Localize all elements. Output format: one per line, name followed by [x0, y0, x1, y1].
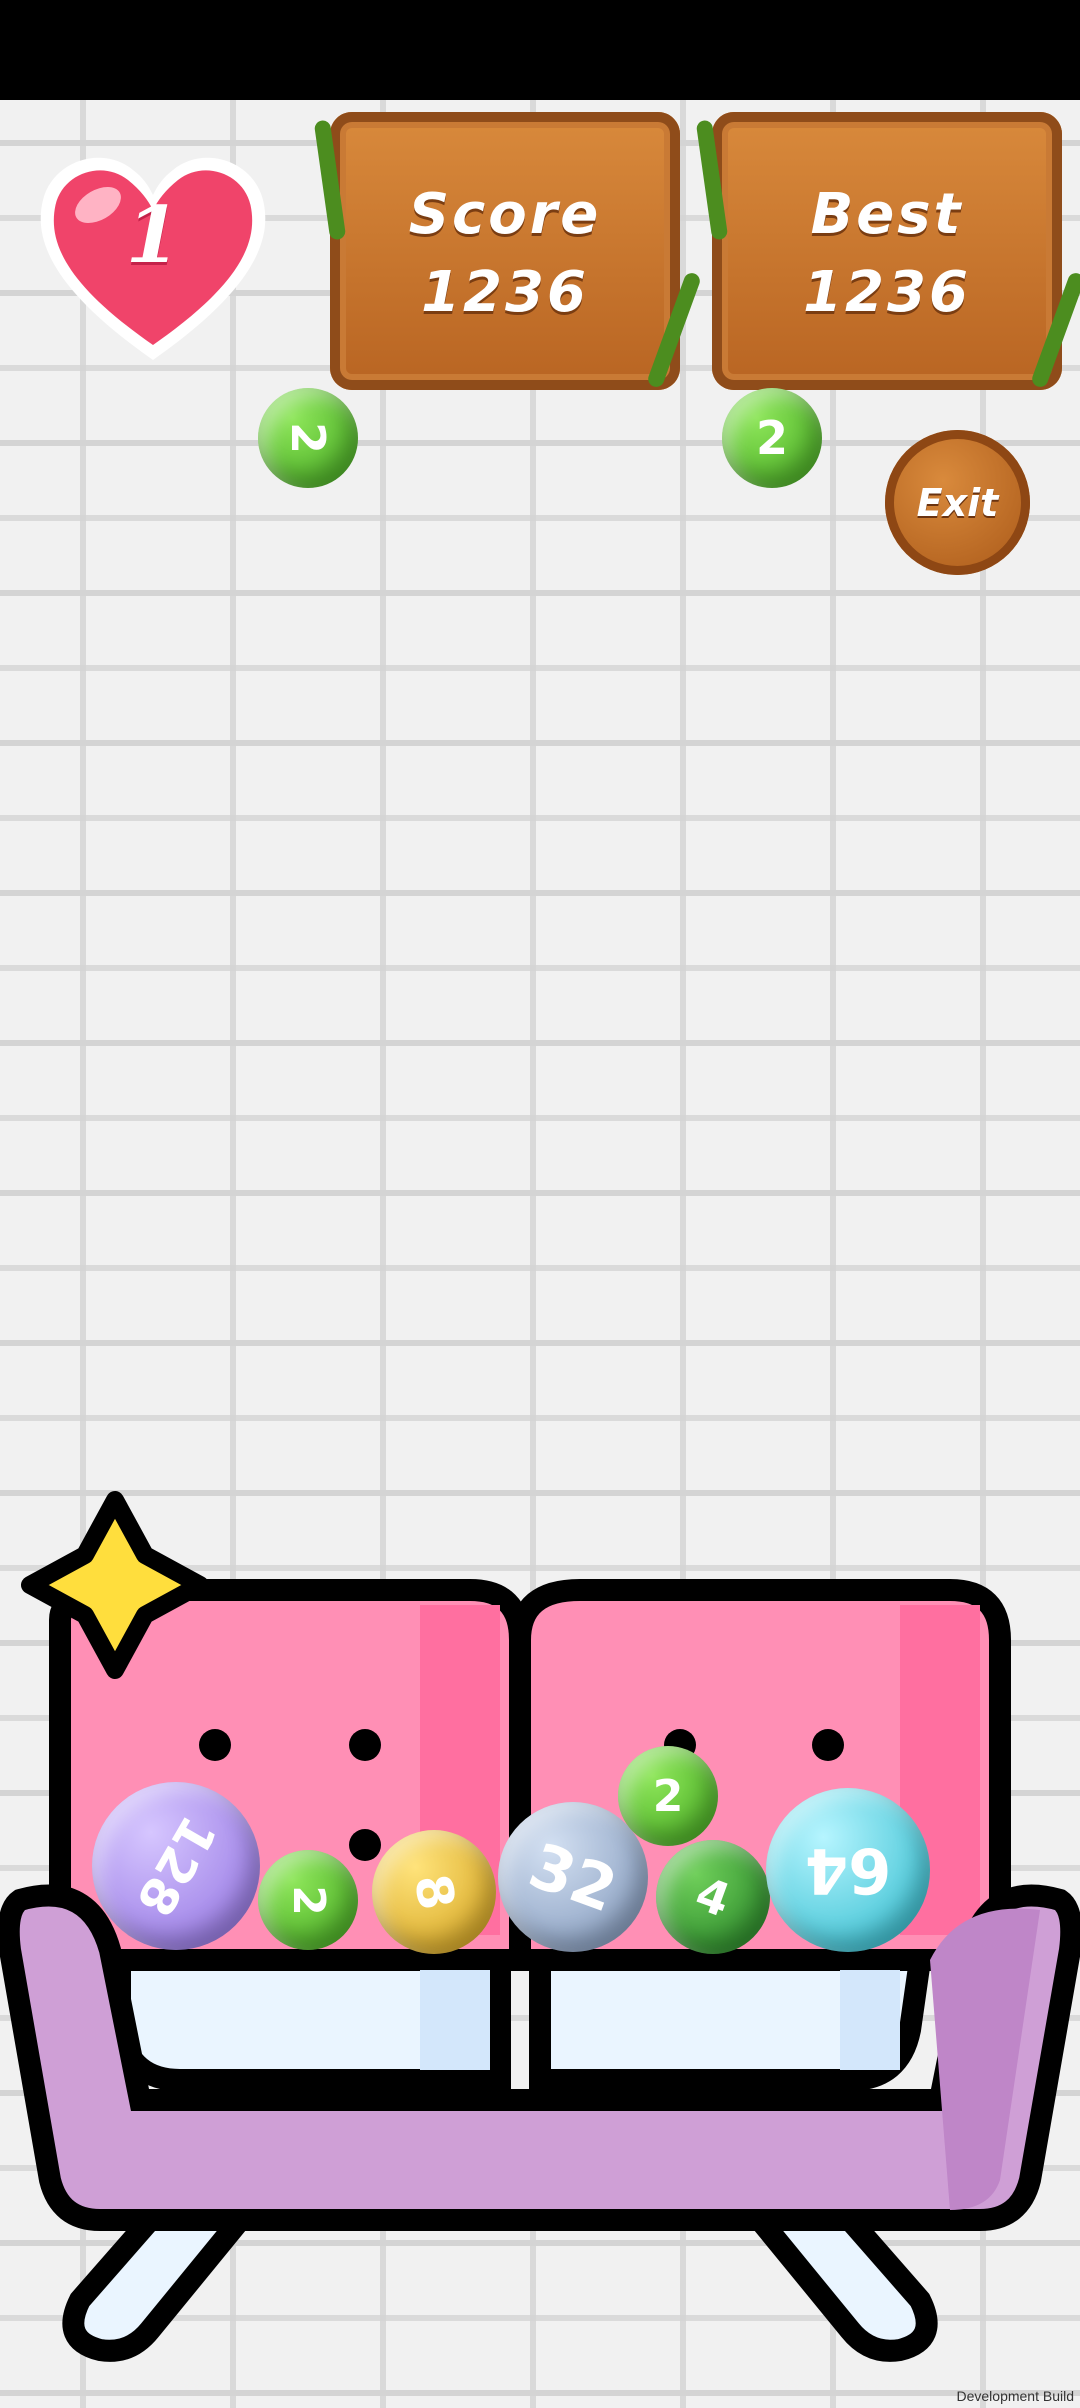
ball-64: 64: [766, 1788, 930, 1952]
ball-4: 4: [656, 1840, 770, 1954]
current-ball[interactable]: 2: [258, 388, 358, 488]
ball-8: 8: [372, 1830, 496, 1954]
ball-32: 32: [498, 1802, 648, 1952]
best-board: Best 1236: [712, 112, 1062, 390]
score-label: Score: [408, 182, 602, 247]
score-board: Score 1236: [330, 112, 680, 390]
ball-128: 128: [92, 1782, 260, 1950]
ball-2: 2: [258, 1850, 358, 1950]
score-value: 1236: [421, 260, 589, 325]
next-ball: 2: [722, 388, 822, 488]
best-value: 1236: [803, 260, 971, 325]
status-bar: [0, 0, 1080, 100]
development-build-label: Development Build: [956, 2388, 1074, 2404]
exit-button[interactable]: Exit: [885, 430, 1030, 575]
lives-count: 1: [125, 190, 181, 281]
ball-2: 2: [618, 1746, 718, 1846]
best-label: Best: [810, 182, 964, 247]
